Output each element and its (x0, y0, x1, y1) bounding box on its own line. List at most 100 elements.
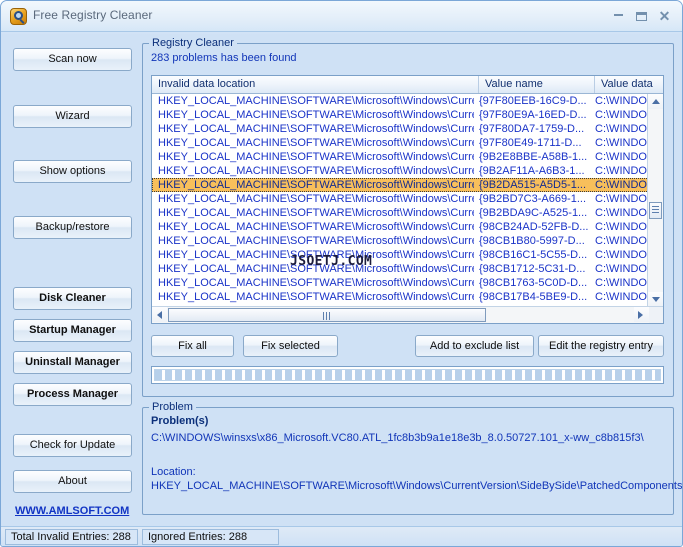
scan-progress-bar (151, 366, 664, 384)
table-row[interactable]: HKEY_LOCAL_MACHINE\SOFTWARE\Microsoft\Wi… (152, 276, 649, 290)
close-button[interactable]: ✕ (655, 8, 674, 25)
cell-value-data: C:\WINDO (595, 263, 647, 275)
cell-invalid-data-location: HKEY_LOCAL_MACHINE\SOFTWARE\Microsoft\Wi… (158, 193, 474, 205)
sidebar-item-check-for-update[interactable]: Check for Update (13, 434, 132, 457)
table-row[interactable]: HKEY_LOCAL_MACHINE\SOFTWARE\Microsoft\Wi… (152, 290, 649, 304)
cell-value-name: {97F80E49-1711-D... (479, 137, 582, 149)
website-link[interactable]: WWW.AMLSOFT.COM (15, 505, 129, 517)
table-row[interactable]: HKEY_LOCAL_MACHINE\SOFTWARE\Microsoft\Wi… (152, 136, 649, 150)
cell-value-name: {9B2BD7C3-A669-1... (479, 193, 587, 205)
problem-location-value: HKEY_LOCAL_MACHINE\SOFTWARE\Microsoft\Wi… (151, 480, 683, 492)
cell-value-data: C:\WINDO (595, 109, 647, 121)
app-window: Free Registry Cleaner ✕ Scan now Wizard … (0, 0, 683, 547)
registry-problems-list[interactable]: Invalid data location Value name Value d… (151, 75, 664, 324)
table-row[interactable]: HKEY_LOCAL_MACHINE\SOFTWARE\Microsoft\Wi… (152, 206, 649, 220)
sidebar-item-scan-now[interactable]: Scan now (13, 48, 132, 71)
cell-value-data: C:\WINDO (595, 179, 647, 191)
column-header-value-data[interactable]: Value data (595, 76, 663, 93)
cell-value-data: C:\WINDO (595, 207, 647, 219)
edit-registry-entry-button[interactable]: Edit the registry entry (538, 335, 664, 357)
cell-invalid-data-location: HKEY_LOCAL_MACHINE\SOFTWARE\Microsoft\Wi… (158, 221, 474, 233)
list-horizontal-scrollbar[interactable] (152, 306, 663, 323)
list-vertical-scrollbar[interactable] (647, 94, 663, 307)
title-bar: Free Registry Cleaner ✕ (1, 1, 682, 32)
scroll-down-button[interactable] (648, 292, 663, 307)
cell-invalid-data-location: HKEY_LOCAL_MACHINE\SOFTWARE\Microsoft\Wi… (158, 137, 474, 149)
cell-value-name: {98CB1712-5C31-D... (479, 263, 586, 275)
vertical-scroll-thumb[interactable] (649, 202, 662, 219)
triangle-down-icon (652, 297, 660, 302)
table-row[interactable]: HKEY_LOCAL_MACHINE\SOFTWARE\Microsoft\Wi… (152, 192, 649, 206)
column-header-value-name[interactable]: Value name (479, 76, 595, 93)
sidebar-item-wizard[interactable]: Wizard (13, 105, 132, 128)
minimize-icon (614, 14, 623, 16)
sidebar-item-startup-manager[interactable]: Startup Manager (13, 319, 132, 342)
list-body: HKEY_LOCAL_MACHINE\SOFTWARE\Microsoft\Wi… (152, 94, 649, 307)
sidebar-item-disk-cleaner[interactable]: Disk Cleaner (13, 287, 132, 310)
table-row[interactable]: HKEY_LOCAL_MACHINE\SOFTWARE\Microsoft\Wi… (152, 234, 649, 248)
cell-invalid-data-location: HKEY_LOCAL_MACHINE\SOFTWARE\Microsoft\Wi… (158, 95, 474, 107)
cell-invalid-data-location: HKEY_LOCAL_MACHINE\SOFTWARE\Microsoft\Wi… (158, 151, 474, 163)
sidebar: Scan now Wizard Show options Backup/rest… (1, 32, 142, 527)
close-icon: ✕ (658, 8, 671, 24)
triangle-up-icon (652, 99, 660, 104)
cell-value-data: C:\WINDO (595, 165, 647, 177)
maximize-button[interactable] (632, 8, 651, 25)
cell-value-data: C:\WINDO (595, 291, 647, 303)
cell-invalid-data-location: HKEY_LOCAL_MACHINE\SOFTWARE\Microsoft\Wi… (158, 165, 474, 177)
cell-value-name: {98CB16C1-5C55-D... (479, 249, 588, 261)
cell-invalid-data-location: HKEY_LOCAL_MACHINE\SOFTWARE\Microsoft\Wi… (158, 263, 474, 275)
status-bar: Total Invalid Entries: 288 Ignored Entri… (1, 526, 682, 546)
progress-fill (154, 369, 661, 381)
table-row[interactable]: HKEY_LOCAL_MACHINE\SOFTWARE\Microsoft\Wi… (152, 164, 649, 178)
sidebar-item-process-manager[interactable]: Process Manager (13, 383, 132, 406)
grip-lines-icon (652, 206, 659, 215)
cell-value-name: {98CB1B80-5997-D... (479, 235, 585, 247)
cell-invalid-data-location: HKEY_LOCAL_MACHINE\SOFTWARE\Microsoft\Wi… (158, 235, 474, 247)
table-row[interactable]: HKEY_LOCAL_MACHINE\SOFTWARE\Microsoft\Wi… (152, 262, 649, 276)
problem-heading: Problem(s) (151, 415, 209, 427)
cell-value-data: C:\WINDO (595, 221, 647, 233)
triangle-right-icon (638, 311, 643, 319)
cell-value-name: {98CB17B4-5BE9-D... (479, 291, 588, 303)
fix-selected-button[interactable]: Fix selected (243, 335, 338, 357)
cell-value-name: {98CB24AD-52FB-D... (479, 221, 589, 233)
table-row[interactable]: HKEY_LOCAL_MACHINE\SOFTWARE\Microsoft\Wi… (152, 248, 649, 262)
cell-value-data: C:\WINDO (595, 123, 647, 135)
cell-value-data: C:\WINDO (595, 235, 647, 247)
scroll-left-button[interactable] (152, 307, 167, 322)
table-row[interactable]: HKEY_LOCAL_MACHINE\SOFTWARE\Microsoft\Wi… (152, 94, 649, 108)
list-header-row: Invalid data location Value name Value d… (152, 76, 663, 94)
sidebar-item-about[interactable]: About (13, 470, 132, 493)
scroll-right-button[interactable] (634, 307, 649, 322)
problem-group-title: Problem (149, 401, 196, 413)
registry-cleaner-group: Registry Cleaner 283 problems has been f… (142, 37, 674, 397)
minimize-button[interactable] (609, 8, 628, 25)
horizontal-scroll-thumb[interactable] (168, 308, 486, 322)
cell-value-name: {98CB1763-5C0D-D... (479, 277, 588, 289)
sidebar-item-show-options[interactable]: Show options (13, 160, 132, 183)
problems-found-text: 283 problems has been found (151, 52, 297, 64)
cell-value-name: {9B2BDA9C-A525-1... (479, 207, 588, 219)
scroll-up-button[interactable] (648, 94, 663, 109)
fix-all-button[interactable]: Fix all (151, 335, 234, 357)
table-row[interactable]: HKEY_LOCAL_MACHINE\SOFTWARE\Microsoft\Wi… (152, 178, 649, 192)
cell-invalid-data-location: HKEY_LOCAL_MACHINE\SOFTWARE\Microsoft\Wi… (158, 123, 474, 135)
sidebar-item-backup-restore[interactable]: Backup/restore (13, 216, 132, 239)
cell-invalid-data-location: HKEY_LOCAL_MACHINE\SOFTWARE\Microsoft\Wi… (158, 277, 474, 289)
cell-invalid-data-location: HKEY_LOCAL_MACHINE\SOFTWARE\Microsoft\Wi… (158, 207, 474, 219)
registry-cleaner-group-title: Registry Cleaner (149, 37, 237, 49)
cell-invalid-data-location: HKEY_LOCAL_MACHINE\SOFTWARE\Microsoft\Wi… (158, 109, 474, 121)
table-row[interactable]: HKEY_LOCAL_MACHINE\SOFTWARE\Microsoft\Wi… (152, 108, 649, 122)
add-to-exclude-list-button[interactable]: Add to exclude list (415, 335, 534, 357)
cell-invalid-data-location: HKEY_LOCAL_MACHINE\SOFTWARE\Microsoft\Wi… (158, 249, 474, 261)
table-row[interactable]: HKEY_LOCAL_MACHINE\SOFTWARE\Microsoft\Wi… (152, 220, 649, 234)
table-row[interactable]: HKEY_LOCAL_MACHINE\SOFTWARE\Microsoft\Wi… (152, 122, 649, 136)
cell-value-name: {97F80E9A-16ED-D... (479, 109, 587, 121)
sidebar-item-uninstall-manager[interactable]: Uninstall Manager (13, 351, 132, 374)
table-row[interactable]: HKEY_LOCAL_MACHINE\SOFTWARE\Microsoft\Wi… (152, 150, 649, 164)
cell-value-data: C:\WINDO (595, 151, 647, 163)
cell-value-data: C:\WINDO (595, 193, 647, 205)
cell-value-name: {9B2DA515-A5D5-1... (479, 179, 587, 191)
column-header-invalid-data-location[interactable]: Invalid data location (152, 76, 479, 93)
